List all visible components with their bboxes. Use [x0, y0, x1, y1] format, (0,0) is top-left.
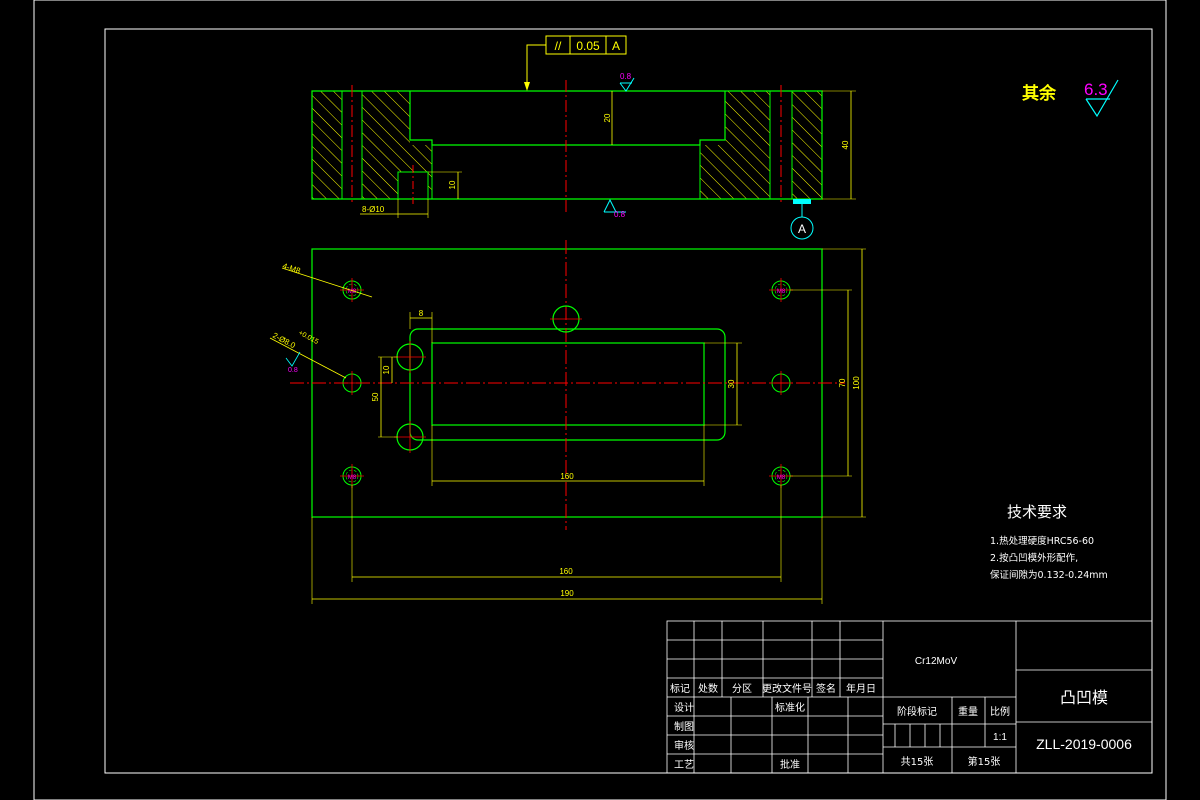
pin-hole-label: 8-Ø10 [362, 205, 385, 214]
dim-10-text: 10 [382, 365, 391, 374]
dim-slot-text: 160 [560, 472, 574, 481]
tb-approve: 批准 [780, 758, 800, 771]
hole-top-left: M8 [340, 278, 364, 302]
tb-design: 设计 [674, 701, 694, 714]
pin-holes-label: 2-Ø8.0 [271, 331, 297, 351]
hole-top-right: M8 [769, 278, 793, 302]
dim-100-text: 100 [852, 376, 861, 390]
slot-outer [409, 328, 726, 441]
tb-sheet-no: 第15张 [968, 755, 1001, 768]
tb-draw: 制图 [674, 720, 694, 733]
pin-hole-left [340, 371, 364, 395]
hatch-left-outer [312, 91, 342, 199]
hatch-right-inner [725, 91, 770, 199]
roughness-note: 其余 6.3 [1022, 79, 1119, 118]
tech-line-3: 保证间隙为0.132-0.24mm [990, 569, 1108, 581]
tb-scale: 比例 [990, 705, 1010, 718]
tb-h-count: 处数 [698, 682, 718, 695]
section-cavity [409, 91, 726, 146]
tb-weight: 重量 [958, 705, 978, 718]
tech-line-1: 1.热处理硬度HRC56-60 [990, 535, 1094, 547]
tb-h-mark: 标记 [670, 683, 690, 695]
tb-h-date: 年月日 [846, 682, 876, 695]
dim-span-text: 160 [559, 567, 573, 576]
tb-h-sign: 签名 [816, 682, 836, 695]
tb-h-docno: 更改文件号 [762, 682, 812, 695]
hole-tag-tr: M8 [777, 289, 786, 295]
plan-view: M8 M8 M8 M8 4-M8 2-Ø8.0 +0.015 0.8 8 10 … [269, 240, 866, 604]
tech-requirements: 技术要求 1.热处理硬度HRC56-60 2.按凸凹模外形配作, 保证间隙为0.… [990, 503, 1108, 581]
tb-h-zone: 分区 [732, 683, 752, 695]
section-view: // 0.05 A 0.8 0.8 20 40 10 8-Ø10 A [311, 35, 856, 240]
tb-drawing-no: ZLL-2019-0006 [1036, 736, 1132, 752]
dim-depth-text: 20 [603, 113, 612, 122]
roughness-top-icon: 0.8 [619, 72, 635, 92]
outer-frame [33, 0, 1167, 800]
roughness-bottom-icon: 0.8 [603, 198, 626, 219]
tolerance-symbol: // [555, 39, 562, 53]
tb-scale-value: 1:1 [993, 732, 1007, 743]
pin-holes-roughness: 0.8 [288, 367, 298, 374]
tolerance-frame: // 0.05 A [524, 35, 627, 91]
roughness-note-value: 6.3 [1084, 80, 1108, 99]
tech-line-2: 2.按凸凹模外形配作, [990, 552, 1078, 564]
dim-wall-text: 8 [419, 309, 424, 318]
dim-pin-text: 10 [448, 180, 457, 189]
hole-bottom-right: M8 [769, 464, 793, 488]
tb-sheets-total: 共15张 [901, 756, 934, 768]
hatch-right-outer [792, 91, 822, 199]
tb-process: 工艺 [674, 759, 694, 771]
datum-label: A [798, 222, 806, 236]
hole-bottom-left: M8 [340, 464, 364, 488]
dim-50-text: 50 [371, 392, 380, 401]
dim-height-text: 40 [841, 140, 850, 149]
dim-30-text: 30 [727, 379, 736, 388]
dim-total-text: 190 [560, 589, 574, 598]
pin-holes-roughness-icon: 0.8 [285, 351, 301, 374]
tb-standardize: 标准化 [775, 701, 805, 714]
roughness-top-value: 0.8 [620, 72, 632, 81]
hole-tag-bl: M8 [348, 475, 357, 481]
hatch-right-step [700, 145, 725, 199]
slot-inner [431, 342, 705, 426]
pin-hole-right [769, 371, 793, 395]
screw-holes-label: 4-M8 [281, 261, 302, 275]
roughness-note-label: 其余 [1022, 83, 1057, 104]
tb-part-name: 凸凹模 [1060, 688, 1108, 707]
tb-review: 审核 [674, 739, 694, 752]
tb-material: Cr12MoV [915, 656, 958, 667]
pin-holes-tol: +0.015 [297, 330, 319, 346]
datum-marker: A [790, 199, 814, 240]
tolerance-datum: A [612, 39, 620, 53]
roughness-bottom-value: 0.8 [614, 210, 626, 219]
punch-hole-lower [394, 421, 426, 453]
dim-70-text: 70 [838, 378, 847, 387]
tolerance-value: 0.05 [576, 39, 600, 53]
tb-stage-mark: 阶段标记 [897, 705, 937, 718]
punch-hole-upper [394, 341, 426, 373]
drawing-canvas: // 0.05 A 0.8 0.8 20 40 10 8-Ø10 A M8 M8… [33, 0, 1167, 800]
hole-tag-br: M8 [777, 475, 786, 481]
tech-title: 技术要求 [1007, 503, 1067, 521]
inner-frame [104, 28, 1153, 774]
